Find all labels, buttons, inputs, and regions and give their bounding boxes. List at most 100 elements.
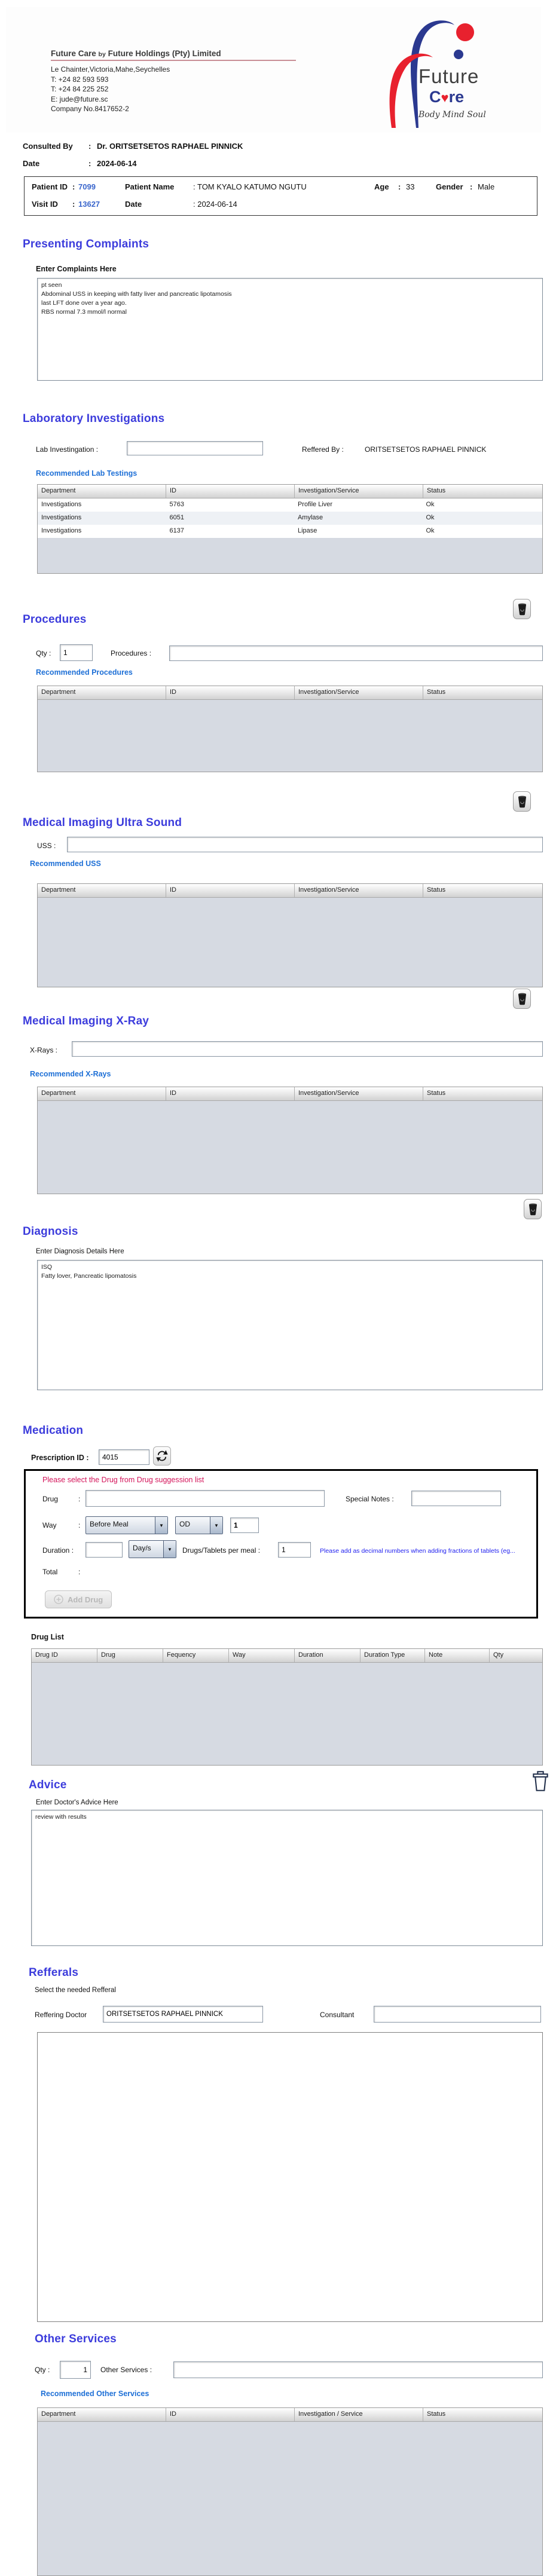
procedures-label: Procedures : — [111, 649, 152, 657]
procedures-table: Department ID Investigation/Service Stat… — [37, 686, 543, 772]
procedures-input[interactable] — [169, 645, 543, 661]
consulted-by-colon: : — [88, 142, 91, 151]
advice-label: Enter Doctor's Advice Here — [36, 1799, 118, 1806]
section-title-presenting-complaints: Presenting Complaints — [23, 238, 149, 250]
chevron-down-icon: ▼ — [155, 1517, 167, 1534]
section-title-medication: Medication — [23, 1424, 84, 1437]
company-name: Future Care by Future Holdings (Pty) Lim… — [51, 49, 221, 58]
table-cell: Investigations — [41, 527, 82, 534]
duration-input[interactable] — [85, 1542, 123, 1558]
visit-date-colon: : — [88, 159, 91, 168]
patient-id-label: Patient ID — [32, 182, 68, 191]
recommended-procedures-link[interactable]: Recommended Procedures — [36, 668, 133, 677]
table-header-row: Department ID Investigation/Service Stat… — [38, 485, 542, 498]
visit-id-value: 13627 — [78, 200, 100, 209]
special-notes-input[interactable] — [411, 1491, 501, 1506]
table-header-row: Drug ID Drug Fequency Way Duration Durat… — [32, 1649, 542, 1663]
diagnosis-textarea[interactable]: ISQ Fatty lover, Pancreatic lipomatosis — [37, 1260, 543, 1390]
address-line: T: +24 82 593 593 — [51, 75, 109, 84]
chevron-down-icon: ▼ — [210, 1517, 222, 1534]
drug-input[interactable] — [85, 1490, 325, 1507]
table-cell: Ok — [426, 527, 435, 534]
table-cell: Amylase — [297, 514, 323, 521]
logo-heart-icon: ♥ — [441, 90, 449, 105]
section-title-procedures: Procedures — [23, 613, 87, 626]
gender-value: Male — [478, 182, 495, 191]
way-qty-input[interactable] — [230, 1518, 259, 1533]
letterhead: Future Care by Future Holdings (Pty) Lim… — [6, 7, 541, 133]
table-row[interactable]: Investigations 6051 Amylase Ok — [38, 512, 542, 525]
add-drug-button[interactable]: Add Drug — [45, 1590, 112, 1608]
drug-list-label: Drug List — [31, 1633, 64, 1641]
age-colon: : — [398, 182, 401, 191]
duration-label: Duration : — [42, 1546, 74, 1555]
total-colon: : — [78, 1568, 81, 1576]
procedures-qty-input[interactable] — [60, 644, 93, 661]
consultation-form-page: Future Care by Future Holdings (Pty) Lim… — [0, 0, 556, 2576]
uss-table: Department ID Investigation/Service Stat… — [37, 883, 543, 987]
other-qty-input[interactable] — [60, 2361, 91, 2379]
column-header: ID — [166, 884, 295, 897]
column-header: ID — [166, 2408, 295, 2421]
drug-colon: : — [78, 1495, 81, 1503]
column-header: Duration Type — [361, 1649, 425, 1662]
xray-label: X-Rays : — [30, 1046, 58, 1054]
other-services-input[interactable] — [173, 2361, 543, 2378]
clear-xray-table-button[interactable] — [524, 1199, 542, 1219]
frequency-select-value: OD — [179, 1520, 190, 1528]
uss-input[interactable] — [67, 837, 543, 852]
drug-entry-panel: Please select the Drug from Drug suggess… — [24, 1469, 538, 1619]
recommended-other-services-link[interactable]: Recommended Other Services — [41, 2390, 149, 2398]
recommended-lab-testings-link[interactable]: Recommended Lab Testings — [36, 469, 137, 478]
column-header: ID — [166, 686, 295, 699]
column-header: Department — [38, 884, 166, 897]
lab-investigation-input[interactable] — [127, 441, 263, 455]
procedures-qty-label: Qty : — [36, 649, 51, 657]
refferal-list-box[interactable] — [37, 2032, 543, 2322]
table-row[interactable]: Investigations 5763 Profile Liver Ok — [38, 498, 542, 512]
address-line: E: jude@future.sc — [51, 94, 108, 103]
table-row[interactable]: Investigations 6137 Lipase Ok — [38, 525, 542, 538]
per-meal-input[interactable] — [278, 1542, 311, 1558]
lab-investigation-label: Lab Investingation : — [36, 445, 99, 454]
reffering-doctor-label: Reffering Doctor — [35, 2011, 87, 2019]
prescription-id-input[interactable] — [99, 1449, 149, 1465]
column-header: Status — [427, 2410, 446, 2418]
refresh-prescription-button[interactable] — [153, 1446, 171, 1466]
table-header-row: Department ID Investigation / Service St… — [38, 2408, 542, 2422]
duration-type-value: Day/s — [133, 1544, 151, 1552]
logo-tagline: Body Mind Soul — [418, 110, 486, 120]
consulted-by-value: Dr. ORITSETSETOS RAPHAEL PINNICK — [97, 142, 243, 151]
table-cell: Ok — [426, 514, 435, 521]
patient-name-label: Patient Name — [125, 182, 175, 191]
total-label: Total — [42, 1568, 58, 1576]
drug-label: Drug — [42, 1495, 59, 1503]
column-header: Status — [427, 886, 446, 894]
gender-colon: : — [470, 182, 473, 191]
clear-lab-table-button[interactable] — [513, 599, 531, 619]
duration-type-select[interactable]: Day/s ▼ — [129, 1540, 176, 1558]
visit-id-label: Visit ID — [32, 200, 58, 209]
frequency-select[interactable]: OD ▼ — [175, 1516, 223, 1534]
xray-input[interactable] — [72, 1041, 543, 1057]
column-header: Department — [38, 686, 166, 699]
consultant-input[interactable] — [374, 2006, 541, 2023]
clear-procedures-table-button[interactable] — [513, 791, 531, 812]
table-cell: 6137 — [169, 527, 184, 534]
reffering-doctor-input[interactable] — [103, 2006, 263, 2023]
way-select[interactable]: Before Meal ▼ — [85, 1516, 168, 1534]
company-address: Le Chainter,Victoria,Mahe,Seychelles T: … — [51, 65, 170, 114]
fraction-hint-text: Please add as decimal numbers when addin… — [320, 1547, 515, 1555]
recommended-uss-link[interactable]: Recommended USS — [30, 859, 101, 868]
other-services-label: Other Services : — [100, 2366, 152, 2374]
chevron-down-icon: ▼ — [163, 1541, 176, 1558]
clear-uss-table-button[interactable] — [513, 989, 531, 1009]
section-title-refferals: Refferals — [29, 1966, 79, 1979]
clear-drug-list-button[interactable] — [531, 1770, 550, 1793]
advice-textarea[interactable]: review with results — [31, 1810, 543, 1946]
recommended-xrays-link[interactable]: Recommended X-Rays — [30, 1070, 111, 1078]
column-header: Status — [427, 1090, 446, 1097]
complaints-textarea[interactable]: pt seen Abdominal USS in keeping with fa… — [37, 278, 543, 381]
uss-label: USS : — [37, 842, 56, 850]
special-notes-label: Special Notes : — [346, 1495, 394, 1503]
